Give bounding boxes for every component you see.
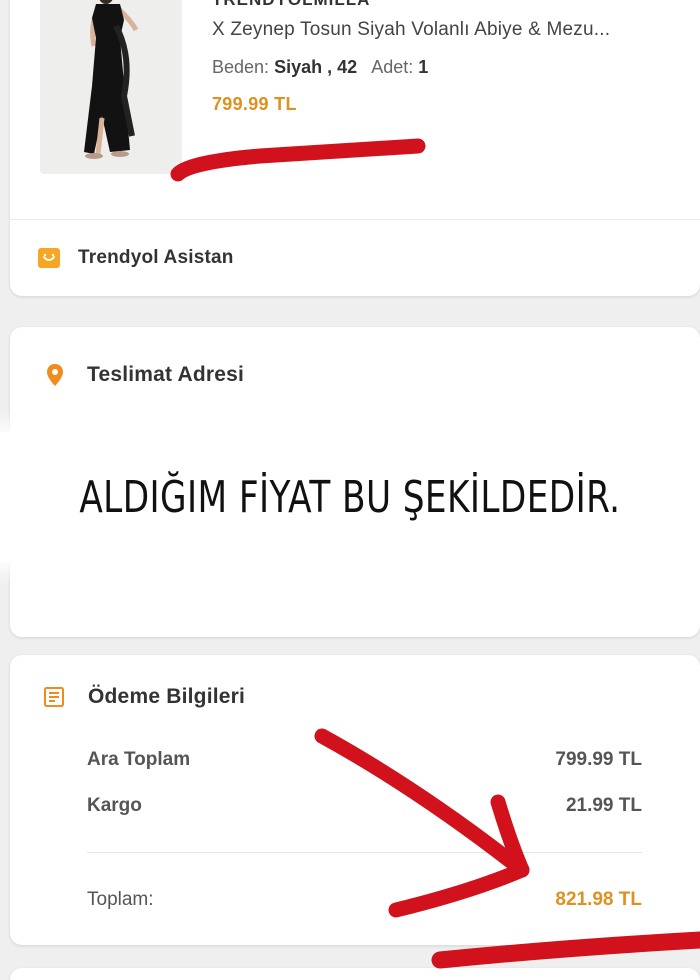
location-pin-icon [47,364,63,386]
payment-info-card: Ödeme Bilgileri Ara Toplam 799.99 TL Kar… [10,655,700,945]
next-card-edge [10,968,700,980]
receipt-icon [44,687,64,707]
qty-label: Adet: [371,57,414,77]
total-row: Toplam: 821.98 TL [87,889,642,911]
total-label: Toplam: [87,889,154,910]
shipping-row: Kargo 21.99 TL [87,795,642,817]
subtotal-label: Ara Toplam [87,749,191,770]
trendyol-assistant-row[interactable]: Trendyol Asistan [10,220,700,296]
product-variant: Beden: Siyah , 42 Adet: 1 [212,57,429,77]
caption-overlay: ALDIĞIM FİYAT BU ŞEKİLDEDİR. [0,432,700,562]
dress-photo [40,0,182,174]
variant-qty: 1 [418,57,429,77]
shipping-value: 21.99 TL [565,795,642,816]
payment-divider [87,852,642,853]
assistant-label: Trendyol Asistan [78,247,234,268]
product-price: 799.99 TL [212,94,297,114]
payment-header: Ödeme Bilgileri [42,685,245,709]
variant-size: 42 [337,57,358,77]
size-label: Beden: [212,57,270,77]
payment-title: Ödeme Bilgileri [88,685,246,708]
subtotal-row: Ara Toplam 799.99 TL [87,749,642,771]
chat-bubble-icon [38,248,60,268]
shipping-label: Kargo [87,795,142,816]
variant-color: Siyah [274,57,323,77]
subtotal-value: 799.99 TL [555,749,642,770]
address-header: Teslimat Adresi [45,363,244,387]
seller-name[interactable]: TRENDYOLMİLLA [212,0,370,10]
caption-text: ALDIĞIM FİYAT BU ŞEKİLDEDİR. [79,471,621,523]
product-title[interactable]: X Zeynep Tosun Siyah Volanlı Abiye & Mez… [212,19,610,41]
address-title: Teslimat Adresi [87,363,245,386]
product-card: TRENDYOLMİLLA X Zeynep Tosun Siyah Volan… [10,0,700,296]
total-value: 821.98 TL [555,889,642,910]
product-image[interactable] [40,0,182,174]
